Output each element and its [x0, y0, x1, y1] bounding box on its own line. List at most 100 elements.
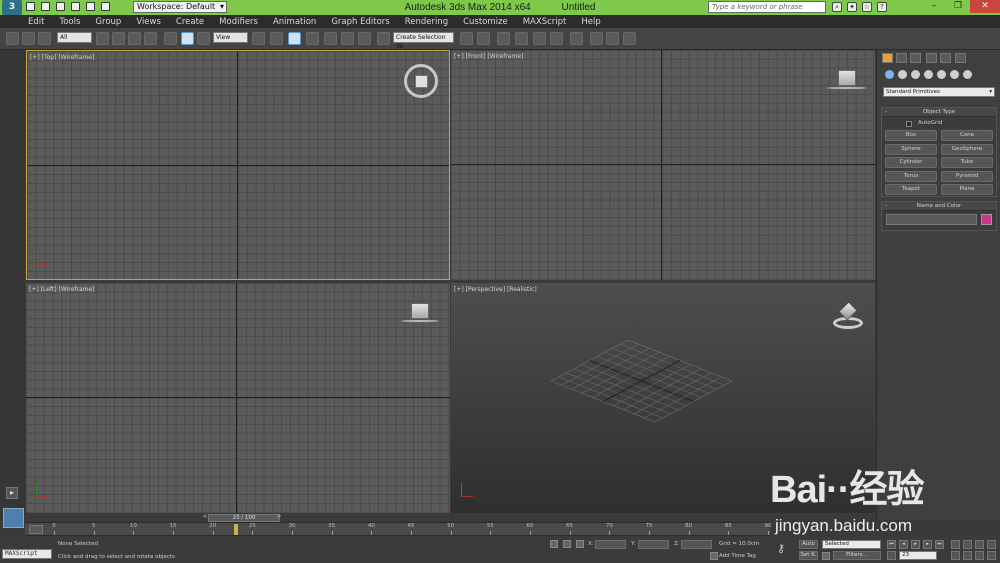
reference-coordinate-dropdown[interactable]: View: [213, 32, 248, 43]
select-rotate-icon[interactable]: [181, 32, 194, 45]
lights-icon[interactable]: [911, 70, 920, 79]
help-icon[interactable]: ?: [877, 2, 887, 12]
z-coordinate-field[interactable]: [681, 540, 712, 549]
sphere-button[interactable]: Sphere: [885, 144, 937, 155]
field-of-view-icon[interactable]: [951, 551, 960, 560]
absolute-mode-icon[interactable]: [576, 540, 584, 548]
render-teapot-icon[interactable]: [623, 32, 636, 45]
current-frame-field[interactable]: 23: [899, 551, 937, 560]
link-icon[interactable]: [6, 32, 19, 45]
menu-modifiers[interactable]: Modifiers: [219, 17, 258, 27]
select-manipulate-icon[interactable]: [270, 32, 283, 45]
play-icon[interactable]: ▸: [911, 540, 920, 549]
cone-button[interactable]: Cone: [941, 130, 993, 141]
x-coordinate-field[interactable]: [595, 540, 626, 549]
viewport-label[interactable]: [+] [Left] [Wireframe]: [29, 286, 94, 293]
menu-maxscript[interactable]: MAXScript: [523, 17, 567, 27]
primitive-category-dropdown[interactable]: Standard Primitives ▾: [883, 87, 995, 97]
geosphere-button[interactable]: GeoSphere: [941, 144, 993, 155]
play-expand-icon[interactable]: ▸: [6, 487, 18, 499]
go-to-start-icon[interactable]: ⏮: [887, 540, 896, 549]
y-coordinate-field[interactable]: [638, 540, 669, 549]
tube-button[interactable]: Tube: [941, 157, 993, 168]
keyboard-shortcut-override-icon[interactable]: [288, 32, 301, 45]
object-type-rollout-header[interactable]: - Object Type: [882, 108, 996, 117]
window-crossing-icon[interactable]: [144, 32, 157, 45]
menu-rendering[interactable]: Rendering: [405, 17, 448, 27]
maximize-toggle-icon[interactable]: [987, 551, 996, 560]
spinner-snap-icon[interactable]: [358, 32, 371, 45]
set-key-button[interactable]: Set K.: [799, 551, 818, 560]
curve-editor-icon[interactable]: [550, 32, 563, 45]
named-selection-dropdown[interactable]: Create Selection Se: [393, 32, 454, 50]
key-mode-toggle-icon[interactable]: [887, 551, 896, 560]
time-slider[interactable]: < 23 / 100 >: [25, 513, 876, 522]
angle-snap-icon[interactable]: [324, 32, 337, 45]
time-tag-icon[interactable]: [710, 552, 718, 560]
menu-graph-editors[interactable]: Graph Editors: [331, 17, 389, 27]
create-tab-icon[interactable]: [882, 53, 893, 63]
material-editor-icon[interactable]: [570, 32, 583, 45]
name-and-color-rollout-header[interactable]: - Name and Color: [882, 202, 996, 211]
bind-space-warp-icon[interactable]: [38, 32, 51, 45]
add-time-tag-button[interactable]: Add Time Tag: [719, 553, 756, 559]
align-icon[interactable]: [477, 32, 490, 45]
menu-edit[interactable]: Edit: [28, 17, 44, 27]
space-warps-icon[interactable]: [950, 70, 959, 79]
subscription-icon[interactable]: ✦: [847, 2, 857, 12]
layer-manager-icon[interactable]: [515, 32, 528, 45]
percent-snap-icon[interactable]: [341, 32, 354, 45]
key-filter-dropdown[interactable]: Selected: [822, 540, 881, 549]
viewport-left[interactable]: [+] [Left] [Wireframe]: [26, 283, 450, 513]
cylinder-button[interactable]: Cylinder: [885, 157, 937, 168]
auto-key-button[interactable]: Auto: [799, 540, 818, 549]
time-slider-thumb[interactable]: 23 / 100: [208, 514, 280, 522]
modify-tab-icon[interactable]: [896, 53, 907, 63]
select-scale-icon[interactable]: [197, 32, 210, 45]
search-input[interactable]: Type a keyword or phrase: [708, 1, 826, 13]
current-frame-marker[interactable]: [234, 524, 239, 535]
rendered-frame-window-icon[interactable]: [606, 32, 619, 45]
next-key-icon[interactable]: ▸: [923, 540, 932, 549]
menu-tools[interactable]: Tools: [59, 17, 80, 27]
viewport-top[interactable]: [+] [Top] [Wireframe]: [26, 50, 450, 280]
helpers-icon[interactable]: [937, 70, 946, 79]
menu-customize[interactable]: Customize: [463, 17, 508, 27]
menu-group[interactable]: Group: [95, 17, 121, 27]
select-object-icon[interactable]: [96, 32, 109, 45]
viewport-front[interactable]: [+] [Front] [Wireframe]: [451, 50, 875, 280]
communication-center-icon[interactable]: ☆: [862, 2, 872, 12]
graphite-toolbar-icon[interactable]: [533, 32, 546, 45]
mini-curve-editor-icon[interactable]: [29, 525, 43, 534]
maxscript-listener-field[interactable]: MAXScript: [2, 549, 52, 559]
box-button[interactable]: Box: [885, 130, 937, 141]
isolate-selection-icon[interactable]: [550, 540, 558, 548]
key-filters-button[interactable]: Filters...: [833, 551, 881, 560]
maximize-viewport-icon[interactable]: [987, 540, 996, 549]
viewport-perspective[interactable]: [+] [Perspective] [Realistic]: [451, 283, 875, 513]
zoom-all-icon[interactable]: [963, 540, 972, 549]
snaps-toggle-icon[interactable]: [306, 32, 319, 45]
menu-animation[interactable]: Animation: [273, 17, 316, 27]
zoom-extents-icon[interactable]: [975, 540, 984, 549]
motion-tab-icon[interactable]: [926, 53, 937, 63]
teapot-button[interactable]: Teapot: [885, 184, 937, 195]
viewport-label[interactable]: [+] [Front] [Wireframe]: [454, 53, 523, 60]
menu-help[interactable]: Help: [581, 17, 600, 27]
torus-button[interactable]: Torus: [885, 171, 937, 182]
systems-icon[interactable]: [963, 70, 972, 79]
cameras-icon[interactable]: [924, 70, 933, 79]
object-color-swatch[interactable]: [981, 214, 992, 225]
select-move-icon[interactable]: [164, 32, 177, 45]
menu-create[interactable]: Create: [176, 17, 204, 27]
viewcube-front[interactable]: [838, 70, 856, 86]
geometry-icon[interactable]: [885, 70, 894, 79]
go-to-end-icon[interactable]: ⏭: [935, 540, 944, 549]
track-bar[interactable]: 0 5 10 15 20 25 30 35 40 45 50 55 60 65 70 75 80 85 90: [25, 522, 772, 536]
minimize-icon[interactable]: –: [922, 0, 946, 13]
viewport-label[interactable]: [+] [Top] [Wireframe]: [30, 54, 94, 61]
edit-named-selection-icon[interactable]: [377, 32, 390, 45]
display-tab-icon[interactable]: [940, 53, 951, 63]
object-name-field[interactable]: [886, 214, 977, 225]
default-in-out-tangents-icon[interactable]: [822, 552, 830, 560]
